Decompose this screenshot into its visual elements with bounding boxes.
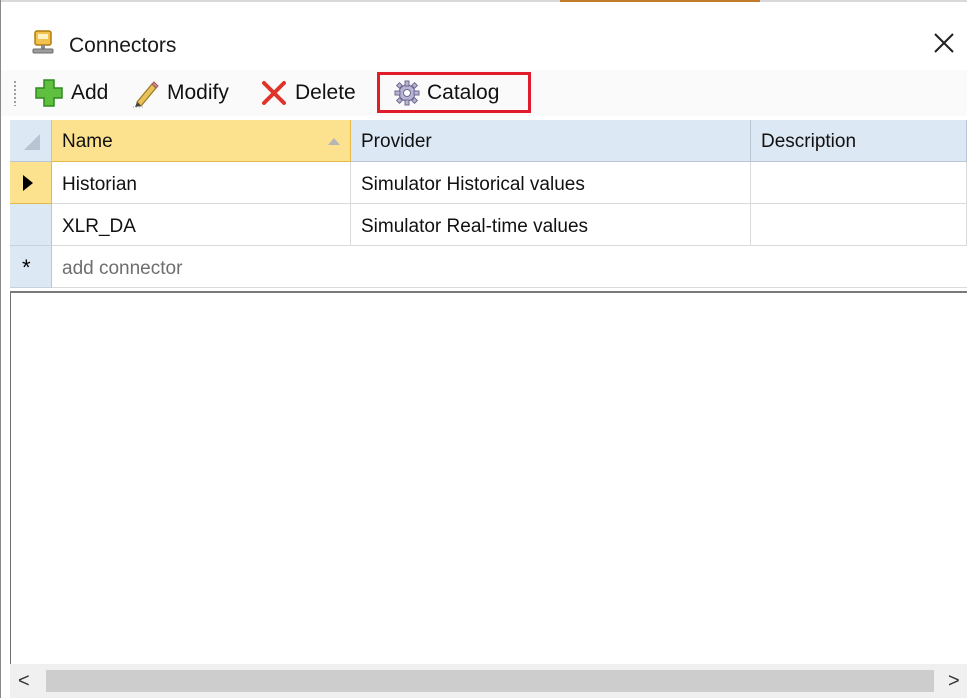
row-header[interactable] (10, 162, 52, 204)
current-row-arrow-icon (23, 175, 33, 191)
column-header-label: Provider (361, 131, 432, 152)
window-title: Connectors (69, 34, 177, 57)
sort-ascending-icon (328, 138, 340, 145)
new-row[interactable]: * add connector (10, 246, 967, 288)
row-header[interactable] (10, 204, 52, 246)
add-button-label: Add (71, 81, 109, 104)
cell-text: Simulator Historical values (361, 174, 585, 195)
pencil-icon (133, 81, 159, 108)
column-header-name[interactable]: Name (52, 120, 351, 162)
catalog-highlight-box (377, 72, 531, 113)
connectors-window: Connectors Add Modify Delete Catalog Nam… (0, 0, 967, 698)
modify-button-label: Modify (167, 81, 229, 104)
connector-icon (29, 28, 57, 56)
cell-description[interactable] (751, 162, 967, 204)
delete-button[interactable]: Delete (259, 76, 356, 110)
select-all-corner[interactable] (10, 120, 52, 162)
cell-name[interactable]: XLR_DA (52, 204, 351, 246)
column-header-description[interactable]: Description (751, 120, 967, 162)
toolbar: Add Modify Delete Catalog (1, 70, 967, 116)
corner-triangle-icon (24, 134, 40, 150)
scroll-right-arrow-icon[interactable]: > (948, 670, 960, 693)
new-row-star-icon: * (22, 255, 31, 280)
cell-description[interactable] (751, 204, 967, 246)
plus-icon (35, 79, 63, 107)
cell-text: Simulator Real-time values (361, 216, 589, 237)
top-edge-accent (560, 0, 760, 2)
add-connector-placeholder: add connector (62, 258, 183, 279)
delete-x-icon (262, 81, 286, 105)
cell-text: Historian (62, 174, 137, 195)
close-icon[interactable] (929, 28, 959, 58)
table-row[interactable]: XLR_DA Simulator Real-time values (10, 204, 967, 246)
cell-name[interactable]: Historian (52, 162, 351, 204)
cell-text: XLR_DA (62, 216, 136, 237)
toolbar-grip[interactable] (13, 80, 17, 106)
horizontal-scrollbar[interactable]: < > (10, 664, 967, 698)
scroll-left-arrow-icon[interactable]: < (18, 670, 30, 693)
add-button[interactable]: Add (33, 76, 108, 110)
column-header-provider[interactable]: Provider (351, 120, 751, 162)
add-connector-cell[interactable]: add connector (52, 246, 967, 288)
modify-button[interactable]: Modify (131, 76, 229, 110)
title-bar: Connectors (1, 10, 967, 66)
delete-button-label: Delete (295, 81, 356, 104)
table-row[interactable]: Historian Simulator Historical values (10, 162, 967, 204)
top-edge (0, 0, 967, 2)
cell-provider[interactable]: Simulator Historical values (351, 162, 751, 204)
connectors-grid[interactable]: Name Provider Description Historian Simu… (10, 120, 967, 293)
scrollbar-thumb[interactable] (46, 670, 934, 692)
column-header-label: Name (62, 131, 113, 152)
column-header-label: Description (761, 131, 857, 152)
new-row-header[interactable]: * (10, 246, 52, 288)
cell-provider[interactable]: Simulator Real-time values (351, 204, 751, 246)
